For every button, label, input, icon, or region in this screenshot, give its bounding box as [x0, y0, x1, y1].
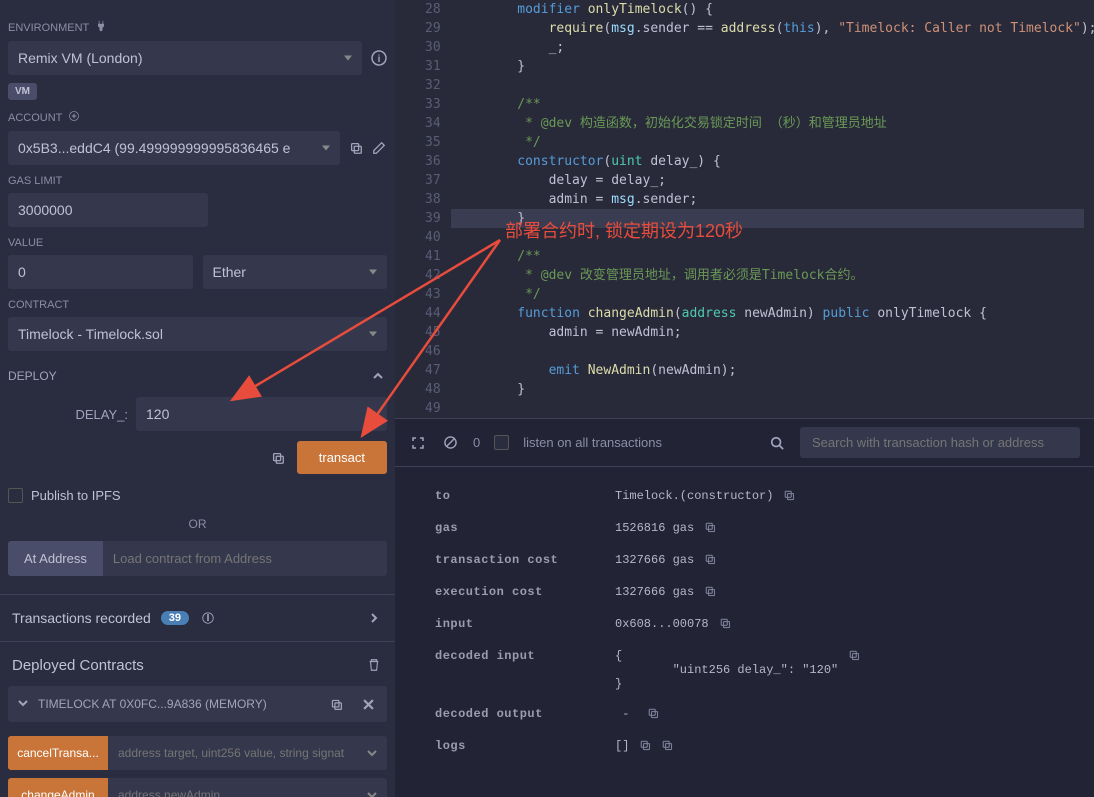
- collapse-icon[interactable]: [369, 367, 387, 385]
- trash-icon[interactable]: [365, 656, 383, 674]
- term-key-1: gas: [435, 521, 615, 535]
- contract-select[interactable]: Timelock - Timelock.sol: [8, 317, 387, 351]
- function-expand-0[interactable]: [357, 736, 387, 770]
- code-editor[interactable]: 2829303132333435363738394041424344454647…: [395, 0, 1094, 418]
- search-icon[interactable]: [768, 434, 786, 452]
- value-unit-select[interactable]: Ether: [203, 255, 388, 289]
- gas-limit-label: GAS LIMIT: [8, 175, 387, 187]
- copy-icon[interactable]: [661, 739, 673, 755]
- term-val-7: []: [615, 739, 1054, 755]
- copy-icon[interactable]: [704, 553, 716, 569]
- listen-checkbox[interactable]: [494, 435, 509, 450]
- pending-count: 0: [473, 435, 480, 450]
- term-key-5: decoded input: [435, 649, 615, 663]
- publish-ipfs-checkbox[interactable]: [8, 488, 23, 503]
- vm-badge: VM: [8, 83, 37, 100]
- function-button-0[interactable]: cancelTransa...: [8, 736, 108, 770]
- copy-icon[interactable]: [783, 489, 795, 505]
- plug-icon: [95, 20, 107, 35]
- account-label: ACCOUNT: [8, 110, 387, 125]
- term-val-5: { "uint256 delay_": "120" }: [615, 649, 1054, 691]
- svg-text:i: i: [207, 614, 209, 623]
- term-key-3: execution cost: [435, 585, 615, 599]
- copy-icon[interactable]: [639, 739, 651, 755]
- account-select[interactable]: 0x5B3...eddC4 (99.499999999995836465 e: [8, 131, 340, 165]
- contract-instance[interactable]: TIMELOCK AT 0X0FC...9A836 (MEMORY): [8, 686, 387, 722]
- term-val-1: 1526816 gas: [615, 521, 1054, 537]
- clear-icon[interactable]: [441, 434, 459, 452]
- value-amount-input[interactable]: [8, 255, 193, 289]
- terminal-search-input[interactable]: [800, 427, 1080, 458]
- tx-count-badge: 39: [161, 611, 189, 625]
- delay-param-input[interactable]: [136, 397, 387, 431]
- value-label: VALUE: [8, 237, 387, 249]
- gas-limit-input[interactable]: [8, 193, 208, 227]
- terminal-panel: 0 listen on all transactions toTimelock.…: [395, 418, 1094, 797]
- expand-icon[interactable]: [409, 434, 427, 452]
- close-icon[interactable]: [359, 695, 377, 713]
- contract-label: CONTRACT: [8, 299, 387, 311]
- chevron-right-icon[interactable]: [365, 609, 383, 627]
- info-icon[interactable]: i: [199, 609, 217, 627]
- function-input-0[interactable]: [108, 736, 357, 770]
- copy-icon[interactable]: [719, 617, 731, 633]
- copy-icon[interactable]: [704, 585, 716, 601]
- term-val-4: 0x608...00078: [615, 617, 1054, 633]
- at-address-button[interactable]: At Address: [8, 541, 103, 576]
- deploy-label: DEPLOY: [8, 369, 57, 383]
- chevron-down-icon[interactable]: [18, 697, 28, 711]
- copy-icon[interactable]: [848, 649, 860, 665]
- svg-text:i: i: [377, 54, 380, 65]
- copy-icon[interactable]: [704, 521, 716, 537]
- info-icon[interactable]: i: [370, 49, 387, 67]
- annotation-text: 部署合约时, 锁定期设为120秒: [505, 222, 743, 241]
- environment-label: ENVIRONMENT: [8, 20, 387, 35]
- listen-label: listen on all transactions: [523, 435, 662, 450]
- term-key-4: input: [435, 617, 615, 631]
- function-input-1[interactable]: [108, 778, 357, 797]
- term-key-2: transaction cost: [435, 553, 615, 567]
- term-val-6: -: [615, 707, 1054, 723]
- function-button-1[interactable]: changeAdmin: [8, 778, 108, 797]
- at-address-input[interactable]: [103, 541, 387, 576]
- copy-icon[interactable]: [647, 707, 659, 723]
- transact-button[interactable]: transact: [297, 441, 387, 474]
- plus-icon[interactable]: [68, 110, 80, 125]
- or-divider: OR: [8, 517, 387, 531]
- deploy-sidebar: ENVIRONMENT Remix VM (London) i VM ACCOU…: [0, 0, 395, 797]
- term-val-2: 1327666 gas: [615, 553, 1054, 569]
- tx-recorded-label: Transactions recorded: [12, 610, 151, 626]
- term-val-0: Timelock.(constructor): [615, 489, 1054, 505]
- deployed-contracts-label: Deployed Contracts: [12, 657, 144, 674]
- environment-select[interactable]: Remix VM (London): [8, 41, 362, 75]
- terminal-output[interactable]: toTimelock.(constructor) gas1526816 gas tr…: [395, 467, 1094, 797]
- copy-icon[interactable]: [348, 139, 364, 157]
- term-key-0: to: [435, 489, 615, 503]
- term-key-7: logs: [435, 739, 615, 753]
- term-key-6: decoded output: [435, 707, 615, 721]
- edit-icon[interactable]: [371, 139, 387, 157]
- copy-icon[interactable]: [327, 695, 345, 713]
- copy-params-icon[interactable]: [269, 449, 287, 467]
- delay-param-label: DELAY_:: [8, 407, 128, 422]
- publish-ipfs-label: Publish to IPFS: [31, 488, 121, 503]
- instance-name: TIMELOCK AT 0X0FC...9A836 (MEMORY): [38, 697, 267, 711]
- term-val-3: 1327666 gas: [615, 585, 1054, 601]
- function-expand-1[interactable]: [357, 778, 387, 797]
